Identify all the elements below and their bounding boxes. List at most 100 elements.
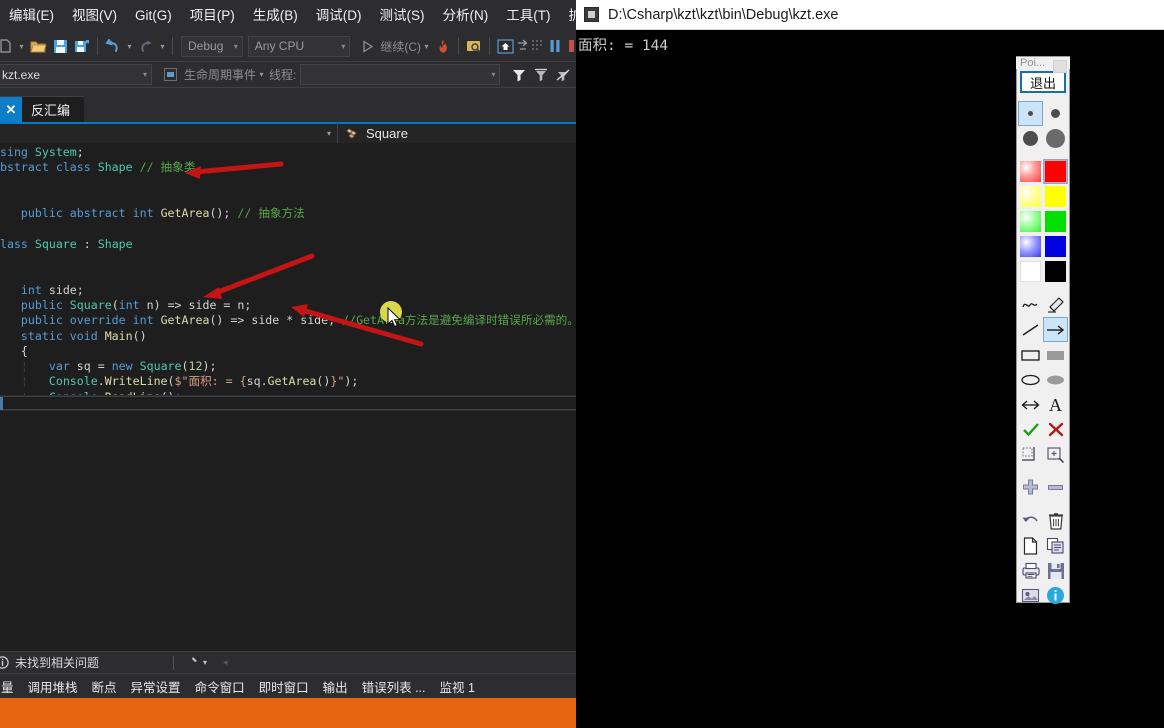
dock-tab-output[interactable]: 输出 <box>316 674 355 699</box>
save-button[interactable] <box>1043 558 1068 583</box>
process-combo[interactable]: kzt.exe ▾ <box>0 64 152 85</box>
ellipse-outline-tool[interactable] <box>1018 367 1043 392</box>
undo-button[interactable] <box>1018 508 1043 533</box>
delete-button[interactable] <box>1043 508 1068 533</box>
color-white[interactable] <box>1018 259 1043 284</box>
undo-icon[interactable] <box>102 35 124 57</box>
continue-label[interactable]: 继续(C) <box>380 38 421 55</box>
continue-caret-icon[interactable]: ▾ <box>421 35 432 57</box>
undo-caret-icon[interactable]: ▾ <box>124 35 135 57</box>
lifecycle-events-label[interactable]: 生命周期事件 <box>184 66 256 83</box>
new-file-icon[interactable] <box>0 35 16 57</box>
cross-tool[interactable] <box>1043 417 1068 442</box>
ellipse-filled-tool[interactable] <box>1043 367 1068 392</box>
tab-disassembly[interactable]: ✕ 反汇编 <box>0 96 85 123</box>
color-red-light[interactable] <box>1018 159 1043 184</box>
magnifier-tool[interactable] <box>1043 442 1068 467</box>
lifecycle-events-icon[interactable] <box>159 64 181 86</box>
color-blue-light[interactable] <box>1018 234 1043 259</box>
close-icon[interactable]: ✕ <box>0 96 22 123</box>
hot-reload-icon[interactable] <box>432 35 454 57</box>
redo-icon[interactable] <box>135 35 157 57</box>
menu-item-extensions[interactable]: 扩展(X) <box>560 5 577 27</box>
line-tool[interactable] <box>1018 317 1043 342</box>
color-black[interactable] <box>1043 259 1068 284</box>
console-output-area[interactable]: 面积: = 144 <box>576 30 1164 728</box>
lifecycle-caret-icon[interactable]: ▾ <box>256 64 267 86</box>
pen-size-4[interactable] <box>1043 126 1068 151</box>
zoom-in-button[interactable] <box>1018 475 1043 500</box>
dock-tab-locals[interactable]: 量 <box>0 674 21 699</box>
screenshot-button[interactable] <box>1018 583 1043 608</box>
dock-tab-exceptions[interactable]: 异常设置 <box>124 674 188 699</box>
zoom-out-button[interactable] <box>1043 475 1068 500</box>
menu-item-git[interactable]: Git(G) <box>126 5 181 27</box>
dock-tab-errorlist[interactable]: 错误列表 ... <box>355 674 433 699</box>
menu-item-debug[interactable]: 调试(D) <box>307 5 371 27</box>
open-folder-icon[interactable] <box>27 35 49 57</box>
pen-size-3[interactable] <box>1018 126 1043 151</box>
double-arrow-tool[interactable] <box>1018 392 1043 417</box>
menu-item-test[interactable]: 测试(S) <box>371 5 434 27</box>
text-tool[interactable]: A <box>1043 392 1068 417</box>
continue-play-icon[interactable] <box>356 35 378 57</box>
live-share-icon[interactable] <box>463 35 485 57</box>
step-out-home-icon[interactable] <box>494 35 516 57</box>
checkmark-tool[interactable] <box>1018 417 1043 442</box>
pin-tool-icon[interactable] <box>184 656 198 670</box>
thread-combo[interactable]: ▾ <box>300 64 501 85</box>
new-file-caret-icon[interactable]: ▾ <box>16 35 27 57</box>
exit-button[interactable]: 退出 <box>1020 71 1066 93</box>
chevron-down-icon[interactable]: ▾ <box>203 658 207 667</box>
annotation-toolbar-minimize-button[interactable] <box>1053 60 1067 73</box>
editor-horizontal-scrollbar[interactable] <box>0 396 576 410</box>
color-green[interactable] <box>1043 209 1068 234</box>
new-page-button[interactable] <box>1018 533 1043 558</box>
platform-combo[interactable]: Any CPU ▾ <box>247 35 351 57</box>
console-title-bar[interactable]: D:\Csharp\kzt\kzt\bin\Debug\kzt.exe <box>576 0 1164 30</box>
dock-tab-watch1[interactable]: 监视 1 <box>433 674 482 699</box>
copy-button[interactable] <box>1043 533 1068 558</box>
color-yellow-light[interactable] <box>1018 184 1043 209</box>
rectangle-outline-tool[interactable] <box>1018 342 1043 367</box>
menu-item-project[interactable]: 项目(P) <box>181 5 244 27</box>
stop-icon[interactable] <box>566 35 576 57</box>
code-editor[interactable]: using System; abstract class Shape // 抽象… <box>0 143 576 395</box>
menu-item-edit[interactable]: 编辑(E) <box>0 5 63 27</box>
pen-size-1[interactable] <box>1018 101 1043 126</box>
save-all-icon[interactable] <box>71 35 93 57</box>
menu-item-analyze[interactable]: 分析(N) <box>434 5 498 27</box>
scrollbar-thumb[interactable] <box>0 397 3 410</box>
color-green-light[interactable] <box>1018 209 1043 234</box>
color-yellow[interactable] <box>1043 184 1068 209</box>
menu-item-view[interactable]: 视图(V) <box>63 5 126 27</box>
pen-size-2[interactable] <box>1043 101 1068 126</box>
step-over-icon[interactable] <box>516 35 530 57</box>
navbar-type-combo[interactable]: Square <box>338 126 576 141</box>
dock-tab-command[interactable]: 命令窗口 <box>188 674 252 699</box>
pause-icon[interactable] <box>544 35 566 57</box>
build-configuration-combo[interactable]: Debug ▾ <box>181 35 243 57</box>
info-button[interactable] <box>1043 583 1068 608</box>
navbar-member-combo[interactable]: ▾ <box>0 123 338 144</box>
annotation-toolbar-titlebar[interactable]: Poi... <box>1016 57 1070 73</box>
menu-item-build[interactable]: 生成(B) <box>244 5 307 27</box>
dock-tab-callstack[interactable]: 调用堆栈 <box>21 674 85 699</box>
step-into-icon[interactable] <box>530 35 544 57</box>
save-icon[interactable] <box>49 35 71 57</box>
freehand-tool[interactable] <box>1018 292 1043 317</box>
eraser-tool[interactable] <box>1043 292 1068 317</box>
filter-alt-icon[interactable] <box>530 64 552 86</box>
menu-item-tools[interactable]: 工具(T) <box>497 5 559 27</box>
color-red[interactable] <box>1043 159 1068 184</box>
collapse-icon[interactable]: ◂ <box>223 657 228 668</box>
color-blue[interactable] <box>1043 234 1068 259</box>
rectangle-filled-tool[interactable] <box>1043 342 1068 367</box>
arrow-tool[interactable] <box>1043 317 1068 342</box>
crop-tool[interactable] <box>1018 442 1043 467</box>
no-filter-icon[interactable] <box>552 64 574 86</box>
print-button[interactable] <box>1018 558 1043 583</box>
filter-icon[interactable] <box>508 64 530 86</box>
dock-tab-immediate[interactable]: 即时窗口 <box>252 674 316 699</box>
redo-caret-icon[interactable]: ▾ <box>157 35 168 57</box>
